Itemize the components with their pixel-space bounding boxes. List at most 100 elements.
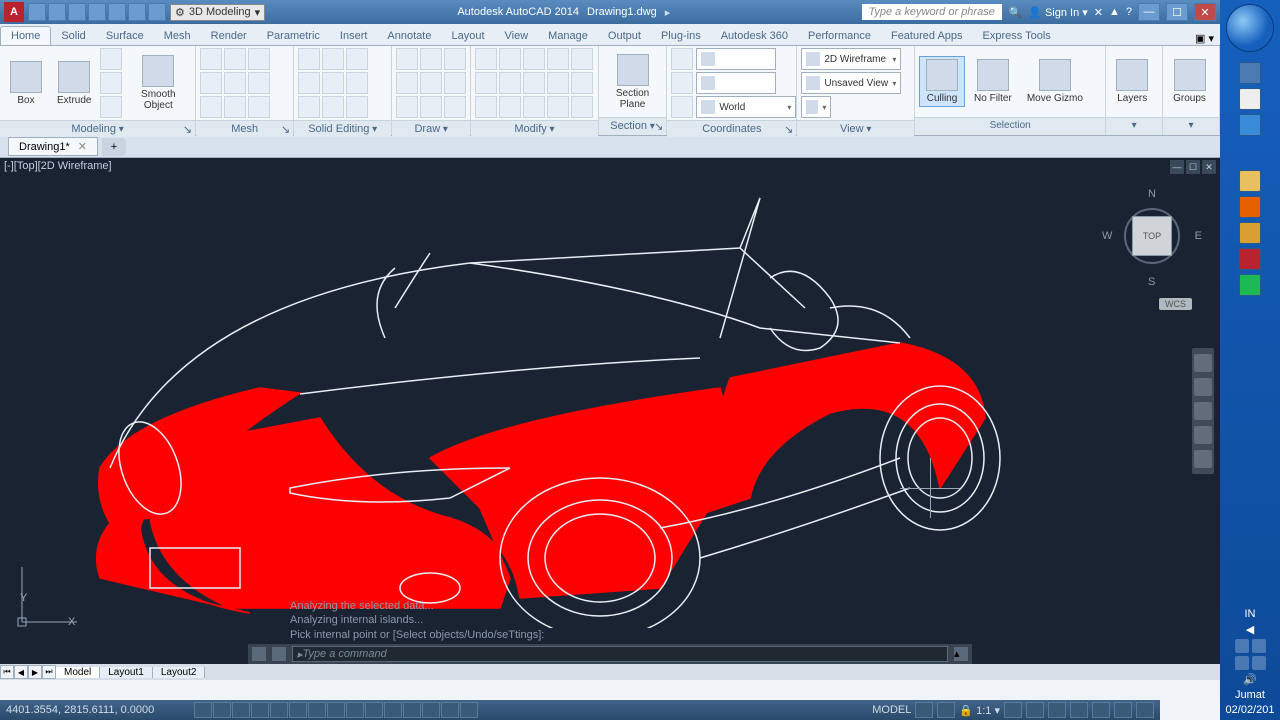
panel-label-solid-editing[interactable]: Solid Editing ▾ [294, 120, 391, 137]
viewcube-face-top[interactable]: TOP [1132, 216, 1172, 256]
tab-featured-apps[interactable]: Featured Apps [881, 27, 973, 45]
tab-parametric[interactable]: Parametric [257, 27, 330, 45]
tab-solid[interactable]: Solid [51, 27, 95, 45]
undo-icon[interactable] [128, 3, 146, 21]
cmd-recent-icon[interactable]: ▴ [954, 647, 968, 661]
vp-minimize-icon[interactable]: — [1170, 160, 1184, 174]
showmotion-icon[interactable] [1194, 450, 1212, 468]
workspace-switch-icon[interactable] [1048, 702, 1066, 718]
print-icon[interactable] [108, 3, 126, 21]
ribbon-expand-icon[interactable]: ▣ ▾ [1195, 32, 1214, 45]
app-logo[interactable]: A [4, 2, 24, 22]
tab-layout[interactable]: Layout [441, 27, 494, 45]
panel-label-modeling[interactable]: Modeling ▾↘ [0, 120, 195, 137]
taskbar-app-icon[interactable] [1239, 222, 1261, 244]
mesh-tool-icon[interactable] [200, 48, 222, 70]
taskbar-autocad-icon[interactable] [1239, 248, 1261, 270]
tab-surface[interactable]: Surface [96, 27, 154, 45]
taskbar-explorer-icon[interactable] [1239, 62, 1261, 84]
cmd-close-icon[interactable] [252, 647, 266, 661]
annoauto-icon[interactable] [1026, 702, 1044, 718]
layout-first-icon[interactable]: ⏮ [0, 665, 14, 679]
tab-layout1[interactable]: Layout1 [100, 667, 153, 678]
panel-label-draw[interactable]: Draw ▾ [392, 120, 470, 137]
tab-manage[interactable]: Manage [538, 27, 598, 45]
full-nav-wheel-icon[interactable] [1194, 354, 1212, 372]
hardware-accel-icon[interactable] [1092, 702, 1110, 718]
3dosnap-icon[interactable] [308, 702, 326, 718]
clock-day[interactable]: Jumat [1235, 689, 1265, 701]
help-search-input[interactable]: Type a keyword or phrase [862, 4, 1002, 20]
panel-label-coordinates[interactable]: Coordinates↘ [667, 120, 796, 137]
cleanscreen-icon[interactable] [1136, 702, 1154, 718]
close-tab-icon[interactable]: ✕ [78, 140, 87, 153]
extrude-button[interactable]: Extrude [51, 59, 97, 108]
tab-express-tools[interactable]: Express Tools [973, 27, 1061, 45]
panel-label-modify[interactable]: Modify ▾ [471, 120, 597, 137]
quickview-layouts-icon[interactable] [915, 702, 933, 718]
culling-button[interactable]: Culling [919, 56, 965, 107]
tab-performance[interactable]: Performance [798, 27, 881, 45]
toolbar-lock-icon[interactable] [1070, 702, 1088, 718]
tab-layout2[interactable]: Layout2 [153, 667, 206, 678]
osnap-icon[interactable] [289, 702, 307, 718]
taskbar-spotify-icon[interactable] [1239, 274, 1261, 296]
section-plane-button[interactable]: Section Plane [603, 52, 663, 112]
doc-tab-drawing1[interactable]: Drawing1*✕ [8, 137, 98, 156]
stayconnected-icon[interactable]: ▲ [1109, 6, 1120, 18]
snap-icon[interactable] [213, 702, 231, 718]
tab-insert[interactable]: Insert [330, 27, 378, 45]
ucs-x-icon[interactable] [696, 48, 776, 70]
in-indicator[interactable]: IN [1245, 608, 1256, 620]
annotation-scale[interactable]: 🔒 1:1 ▾ [959, 704, 1000, 717]
panel-exp-groups[interactable]: ▾ [1163, 117, 1219, 135]
tab-autodesk360[interactable]: Autodesk 360 [711, 27, 798, 45]
exchange-icon[interactable]: ✕ [1094, 6, 1103, 19]
move-gizmo-button[interactable]: Move Gizmo [1021, 57, 1089, 106]
polar-icon[interactable] [270, 702, 288, 718]
infocenter-icon[interactable]: 🔍 [1008, 6, 1022, 19]
revolve-icon[interactable] [100, 48, 122, 70]
help-icon[interactable]: ? [1126, 6, 1132, 18]
ducs-icon[interactable] [346, 702, 364, 718]
tab-plugins[interactable]: Plug-ins [651, 27, 711, 45]
quickview-drawings-icon[interactable] [937, 702, 955, 718]
zoom-icon[interactable] [1194, 402, 1212, 420]
orbit-icon[interactable] [1194, 426, 1212, 444]
taskbar-firefox-icon[interactable] [1239, 196, 1261, 218]
dyn-icon[interactable] [365, 702, 383, 718]
taskbar-ie-icon[interactable] [1239, 114, 1261, 136]
command-input[interactable]: ▸ Type a command [292, 646, 948, 662]
panel-label-view[interactable]: View ▾ [797, 120, 914, 137]
panel-label-mesh[interactable]: Mesh↘ [196, 120, 293, 137]
infer-icon[interactable] [194, 702, 212, 718]
tab-render[interactable]: Render [201, 27, 257, 45]
vp-close-icon[interactable]: ✕ [1202, 160, 1216, 174]
panel-label-section[interactable]: Section ▾↘ [599, 117, 667, 135]
sc-icon[interactable] [441, 702, 459, 718]
ortho-icon[interactable] [251, 702, 269, 718]
layout-prev-icon[interactable]: ◀ [14, 665, 28, 679]
loft-icon[interactable] [100, 72, 122, 94]
sweep-icon[interactable] [100, 96, 122, 118]
box-button[interactable]: Box [4, 59, 48, 108]
taskbar-chrome-icon[interactable] [1239, 88, 1261, 110]
layers-button[interactable]: Layers [1110, 57, 1154, 106]
coordinates-readout[interactable]: 4401.3554, 2815.6111, 0.0000 [6, 704, 186, 716]
tab-output[interactable]: Output [598, 27, 651, 45]
tab-annotate[interactable]: Annotate [377, 27, 441, 45]
tab-view[interactable]: View [495, 27, 539, 45]
qp-icon[interactable] [422, 702, 440, 718]
tray-expand-icon[interactable]: ◀ [1246, 623, 1254, 636]
layout-next-icon[interactable]: ▶ [28, 665, 42, 679]
clock-date[interactable]: 02/02/201 [1226, 704, 1275, 716]
ucs-y-icon[interactable] [696, 72, 776, 94]
maximize-button[interactable]: ☐ [1166, 3, 1188, 21]
close-button[interactable]: ✕ [1194, 3, 1216, 21]
grid-icon[interactable] [232, 702, 250, 718]
smooth-object-button[interactable]: Smooth Object [125, 53, 191, 113]
new-tab-button[interactable]: + [102, 138, 126, 156]
am-icon[interactable] [460, 702, 478, 718]
named-view-dropdown[interactable]: Unsaved View▾ [801, 72, 901, 94]
open-icon[interactable] [48, 3, 66, 21]
